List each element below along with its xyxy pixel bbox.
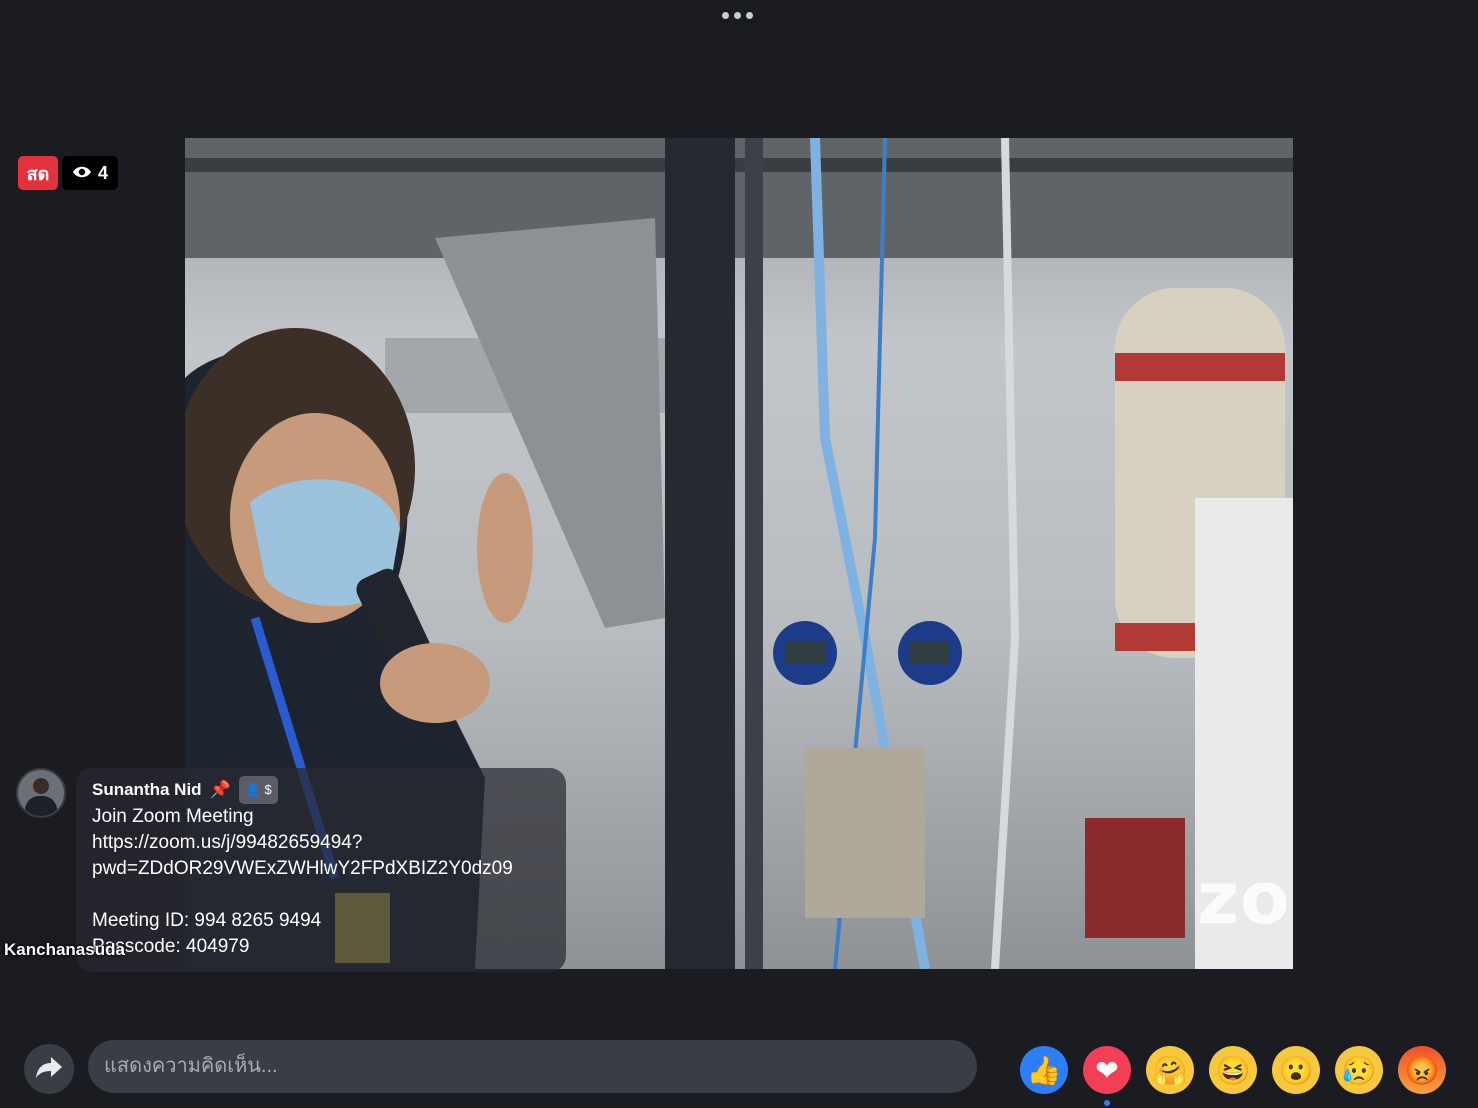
love-reaction-button[interactable]: ❤ [1083, 1046, 1131, 1106]
more-options-icon[interactable] [722, 12, 753, 19]
wow-reaction-button[interactable]: 😮 [1272, 1046, 1320, 1094]
reaction-bar: 👍 ❤ 🤗 😆 😮 😥 😡 [1020, 1046, 1446, 1106]
care-emoji-icon: 🤗 [1152, 1054, 1188, 1086]
zoom-watermark: zoom [1197, 856, 1293, 940]
care-reaction-button[interactable]: 🤗 [1146, 1046, 1194, 1094]
moderator-icon: 👤 $ [238, 776, 278, 804]
share-arrow-icon [35, 1055, 63, 1084]
comment-input[interactable] [88, 1040, 977, 1093]
angry-reaction-button[interactable]: 😡 [1398, 1046, 1446, 1094]
angry-emoji-icon: 😡 [1404, 1054, 1440, 1086]
avatar[interactable] [16, 768, 66, 818]
speaker-name-label: Kanchanasuda [4, 940, 125, 959]
haha-reaction-button[interactable]: 😆 [1209, 1046, 1257, 1094]
laughing-emoji-icon: 😆 [1215, 1054, 1251, 1086]
sad-emoji-icon: 😥 [1341, 1054, 1377, 1086]
like-reaction-button[interactable]: 👍 [1020, 1046, 1068, 1094]
comment-text-line: Meeting ID: 994 8265 9494 [92, 910, 322, 931]
stream-status: สด 4 [18, 156, 119, 190]
thumbs-up-icon: 👍 [1026, 1054, 1062, 1086]
live-badge: สด [18, 156, 58, 190]
comment-link[interactable]: https://zoom.us/j/99482659494? [92, 830, 552, 856]
sad-reaction-button[interactable]: 😥 [1335, 1046, 1383, 1094]
viewer-count: 4 [98, 162, 109, 183]
active-indicator [1104, 1100, 1110, 1106]
comment-text-line: Passcode: 404979 [92, 936, 250, 957]
comment-text-line: Join Zoom Meeting [92, 806, 254, 827]
eye-icon [72, 163, 92, 184]
share-button[interactable] [24, 1044, 74, 1094]
comment-bubble: Sunantha Nid 📌 👤 $ Join Zoom Meeting htt… [76, 768, 566, 972]
comment-link[interactable]: pwd=ZDdOR29VWExZWHlwY2FPdXBIZ2Y0dz09 [92, 856, 552, 882]
viewer-count-badge: 4 [62, 156, 119, 190]
comment-author[interactable]: Sunantha Nid [92, 777, 202, 803]
pin-icon: 📌 [209, 780, 231, 799]
bottom-bar: 👍 ❤ 🤗 😆 😮 😥 😡 [0, 1030, 1478, 1108]
surprised-emoji-icon: 😮 [1278, 1054, 1314, 1086]
heart-icon: ❤ [1095, 1054, 1119, 1086]
